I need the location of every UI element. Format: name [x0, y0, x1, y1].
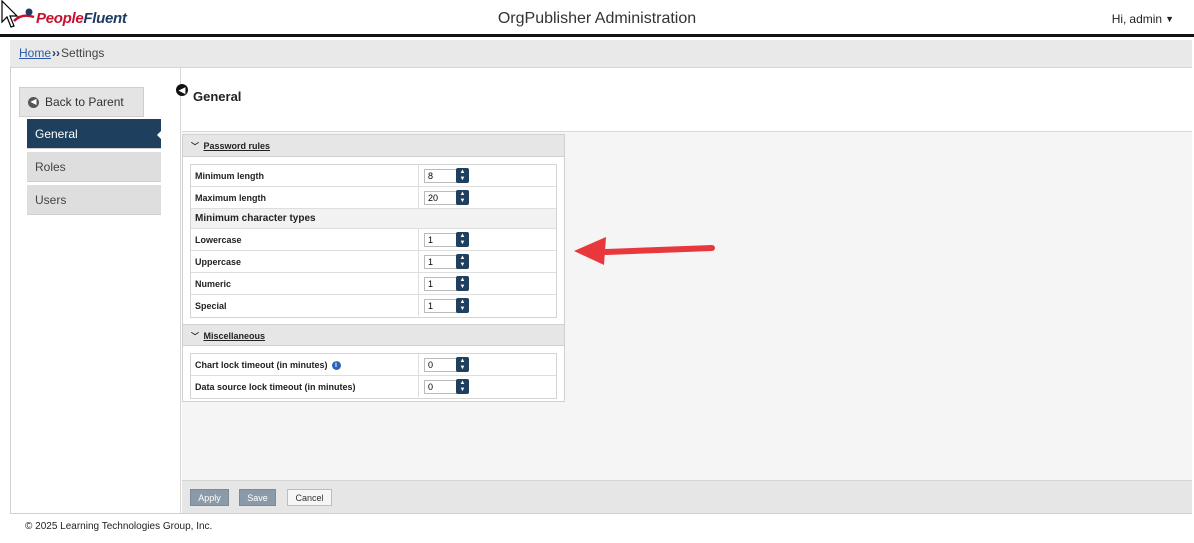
spinner-up-down-icon[interactable]: ▲ ▼	[456, 276, 469, 291]
table-row: Chart lock timeout (in minutes) i ▲▼	[191, 354, 556, 376]
section-title-password-rules[interactable]: Password rules	[204, 141, 271, 151]
settings-panel: ﹀ Password rules Minimum length ▲▼ Maxim…	[182, 134, 565, 402]
field-label: Special	[195, 301, 227, 311]
section-title-miscellaneous[interactable]: Miscellaneous	[204, 331, 266, 341]
section-header-miscellaneous[interactable]: ﹀ Miscellaneous	[183, 324, 564, 346]
sidebar-item-label: Roles	[35, 160, 66, 174]
info-icon[interactable]: i	[331, 360, 341, 370]
breadcrumb-separator: ››	[52, 46, 61, 60]
app-header: PeopleFluent OrgPublisher Administration…	[0, 0, 1194, 37]
spinner-up-down-icon[interactable]: ▲ ▼	[456, 254, 469, 269]
caret-down-icon: ▼	[1165, 14, 1174, 24]
save-button[interactable]: Save	[239, 489, 276, 506]
value-cell: ▲▼	[418, 187, 558, 208]
back-button-label: Back to Parent	[45, 95, 124, 109]
chevron-down-icon: ﹀	[191, 142, 199, 151]
sidebar-item-label: Users	[35, 193, 67, 207]
special-input[interactable]	[424, 299, 459, 313]
mouse-cursor-icon	[1, 0, 19, 28]
field-label: Lowercase	[195, 235, 242, 245]
breadcrumb: Home››Settings	[10, 40, 1192, 68]
apply-button[interactable]: Apply	[190, 489, 229, 506]
spinner-up-down-icon[interactable]: ▲ ▼	[456, 168, 469, 183]
red-annotation-arrow-icon	[574, 237, 715, 265]
table-row: Minimum length ▲▼	[191, 165, 556, 187]
spinner-up-down-icon[interactable]: ▲ ▼	[456, 232, 469, 247]
minimum-length-input[interactable]	[424, 169, 459, 183]
password-rules-table: Minimum length ▲▼ Maximum length ▲▼ Mini…	[190, 164, 557, 318]
maximum-length-input[interactable]	[424, 191, 459, 205]
table-row: Maximum length ▲▼	[191, 187, 556, 209]
spinner-up-down-icon[interactable]: ▲ ▼	[456, 190, 469, 205]
field-label: Uppercase	[195, 257, 242, 267]
table-row: Lowercase ▲▼	[191, 229, 556, 251]
value-cell: ▲▼	[418, 229, 558, 250]
value-cell: ▲▼	[418, 376, 558, 397]
user-name: admin	[1129, 12, 1163, 26]
field-label: Data source lock timeout (in minutes)	[195, 382, 356, 392]
collapse-sidebar-icon[interactable]: ◀	[176, 84, 188, 96]
sidebar-item-label: General	[35, 127, 78, 141]
action-bar: Apply Save Cancel	[182, 480, 1192, 513]
value-cell: ▲▼	[418, 251, 558, 272]
main-content: ◀ General ﹀ Password rules Minimum lengt…	[176, 68, 1192, 513]
breadcrumb-home-link[interactable]: Home	[19, 46, 51, 60]
settings-frame: ◀ Back to Parent General Roles Users ◀ G…	[10, 68, 1192, 514]
table-row: Special ▲▼	[191, 295, 556, 317]
value-cell: ▲▼	[418, 273, 558, 294]
arrow-left-circle-icon: ◀	[28, 96, 39, 108]
back-to-parent-button[interactable]: ◀ Back to Parent	[19, 87, 144, 117]
page-title: General	[193, 89, 242, 104]
section-header-password-rules[interactable]: ﹀ Password rules	[183, 135, 564, 157]
user-menu[interactable]: Hi, admin ▼	[1112, 12, 1174, 26]
data-source-lock-timeout-input[interactable]	[424, 380, 459, 394]
spinner-up-down-icon[interactable]: ▲ ▼	[456, 379, 469, 394]
chart-lock-timeout-label: Chart lock timeout (in minutes)	[195, 360, 328, 370]
uppercase-input[interactable]	[424, 255, 459, 269]
subheading-min-char-types: Minimum character types	[191, 209, 556, 229]
value-cell: ▲▼	[418, 295, 558, 316]
cancel-button[interactable]: Cancel	[287, 489, 332, 506]
value-cell: ▲▼	[418, 354, 558, 375]
copyright-text: © 2025 Learning Technologies Group, Inc.	[25, 521, 213, 532]
field-label: Numeric	[195, 279, 232, 289]
page-title-bar: ◀ General	[176, 68, 1192, 132]
app-title: OrgPublisher Administration	[497, 10, 697, 27]
miscellaneous-table: Chart lock timeout (in minutes) i ▲▼ Dat…	[190, 353, 557, 399]
field-label: Maximum length	[195, 193, 267, 203]
sidebar-item-roles[interactable]: Roles	[27, 152, 161, 182]
table-row: Uppercase ▲▼	[191, 251, 556, 273]
numeric-input[interactable]	[424, 277, 459, 291]
user-greeting: Hi,	[1111, 12, 1127, 26]
sidebar-item-users[interactable]: Users	[27, 185, 161, 215]
left-sidebar: ◀ Back to Parent General Roles Users	[11, 68, 181, 513]
table-row: Data source lock timeout (in minutes) ▲▼	[191, 376, 556, 398]
lowercase-input[interactable]	[424, 233, 459, 247]
chart-lock-timeout-input[interactable]	[424, 358, 459, 372]
value-cell: ▲▼	[418, 165, 558, 186]
spinner-up-down-icon[interactable]: ▲ ▼	[456, 298, 469, 313]
spinner-up-down-icon[interactable]: ▲ ▼	[456, 357, 469, 372]
sidebar-item-general[interactable]: General	[27, 119, 162, 149]
field-label: Chart lock timeout (in minutes) i	[195, 360, 341, 370]
chevron-down-icon: ﹀	[191, 332, 199, 341]
field-label: Minimum length	[195, 171, 264, 181]
table-row: Numeric ▲▼	[191, 273, 556, 295]
breadcrumb-current: Settings	[61, 46, 105, 60]
